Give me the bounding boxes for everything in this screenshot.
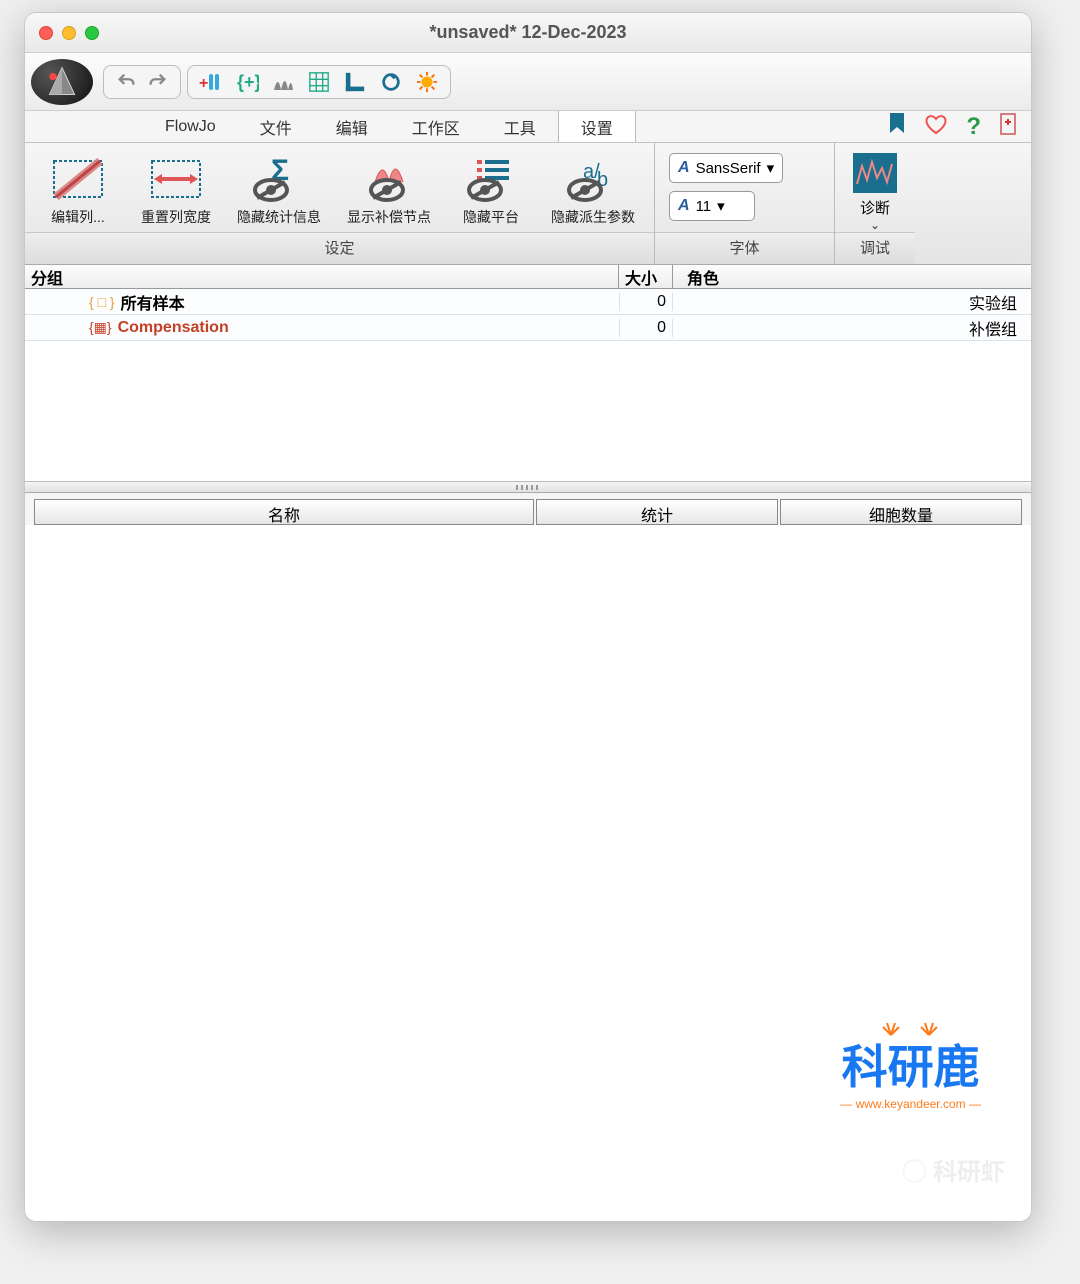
row-role: 实验组 <box>673 290 1031 314</box>
svg-text:+: + <box>199 75 208 92</box>
col-role[interactable]: 角色 <box>673 265 1031 288</box>
help-icon[interactable]: ? <box>966 113 981 141</box>
peaks-icon[interactable] <box>268 67 298 97</box>
row-name: 所有样本 <box>121 290 185 314</box>
chevron-down-icon: ⌄ <box>870 218 880 232</box>
minimize-button[interactable] <box>62 26 76 40</box>
col-cells[interactable]: 细胞数量 <box>780 499 1022 525</box>
titlebar: *unsaved* 12-Dec-2023 <box>25 13 1031 53</box>
ribbon-group-font: A SansSerif ▾ A 11 ▾ 字体 <box>655 143 835 264</box>
watermark-corner: ◯ 科研虾 <box>902 1152 1005 1187</box>
app-logo[interactable] <box>31 59 93 105</box>
row-name: Compensation <box>118 319 229 337</box>
details-table-header: 名称 统计 细胞数量 <box>33 499 1023 525</box>
menubar: FlowJo 文件 编辑 工作区 工具 设置 ? <box>25 111 1031 143</box>
font-a-icon: A <box>678 159 690 177</box>
bookmark-icon[interactable] <box>888 113 906 140</box>
menubar-right-icons: ? <box>888 112 1019 141</box>
ribbon-group-label-debug: 调试 <box>835 232 915 264</box>
hide-statistics-button[interactable]: Σ 隐藏统计信息 <box>225 151 333 231</box>
font-size-value: 11 <box>696 198 712 215</box>
groups-table: 分组 大小 角色 { □ } 所有样本 0 实验组 {▦} Compensati… <box>25 265 1031 481</box>
menu-settings[interactable]: 设置 <box>558 111 636 142</box>
col-stat[interactable]: 统计 <box>536 499 778 525</box>
table-row[interactable]: {▦} Compensation 0 补偿组 <box>25 315 1031 341</box>
ribbon-group-debug: 诊断 ⌄ 调试 <box>835 143 915 264</box>
col-name[interactable]: 名称 <box>34 499 534 525</box>
ruler-icon[interactable] <box>340 67 370 97</box>
row-size: 0 <box>619 319 673 337</box>
quick-toolbar: + {+} <box>25 53 1031 111</box>
font-name-select[interactable]: A SansSerif ▾ <box>669 153 783 183</box>
braces-icon: { □ } <box>89 294 115 310</box>
watermark-logo: 科研鹿 — www.keyandeer.com — <box>840 1017 981 1111</box>
new-doc-icon[interactable] <box>999 112 1019 141</box>
matrix-icon: {▦} <box>89 319 112 336</box>
add-tube-icon[interactable]: + <box>196 67 226 97</box>
groups-table-empty <box>25 341 1031 481</box>
heart-icon[interactable] <box>924 113 948 140</box>
row-size: 0 <box>619 293 673 311</box>
window-title: *unsaved* 12-Dec-2023 <box>25 22 1031 43</box>
col-size[interactable]: 大小 <box>619 265 673 288</box>
hide-platform-button[interactable]: 隐藏平台 <box>445 151 537 231</box>
maximize-button[interactable] <box>85 26 99 40</box>
col-group[interactable]: 分组 <box>25 265 619 288</box>
undo-redo-group <box>103 65 181 99</box>
menu-tools[interactable]: 工具 <box>482 111 558 142</box>
add-braces-icon[interactable]: {+} <box>232 67 262 97</box>
hide-derived-params-button[interactable]: a/b 隐藏派生参数 <box>537 151 649 231</box>
ribbon-group-label-settings: 设定 <box>25 232 654 264</box>
window-controls <box>39 26 99 40</box>
splitter-handle[interactable] <box>25 481 1031 493</box>
groups-table-header: 分组 大小 角色 <box>25 265 1031 289</box>
diagnostics-button[interactable]: 诊断 ⌄ <box>835 143 915 232</box>
undo-button[interactable] <box>112 67 142 97</box>
ribbon-group-settings: 编辑列... 重置列宽度 Σ 隐藏统计信息 显示补偿节点 隐藏平台 <box>25 143 655 264</box>
menu-flowjo[interactable]: FlowJo <box>143 111 238 142</box>
menu-workspace[interactable]: 工作区 <box>390 111 482 142</box>
ribbon-group-label-font: 字体 <box>655 232 834 264</box>
edit-columns-button[interactable]: 编辑列... <box>29 151 127 231</box>
burst-icon[interactable] <box>412 67 442 97</box>
cycle-icon[interactable] <box>376 67 406 97</box>
grid-icon[interactable] <box>304 67 334 97</box>
font-size-select[interactable]: A 11 ▾ <box>669 191 755 221</box>
quick-actions-group: + {+} <box>187 65 451 99</box>
app-window: *unsaved* 12-Dec-2023 + {+} FlowJo 文件 编辑… <box>24 12 1032 1222</box>
table-row[interactable]: { □ } 所有样本 0 实验组 <box>25 289 1031 315</box>
show-compensation-button[interactable]: 显示补偿节点 <box>333 151 445 231</box>
font-a-icon: A <box>678 197 690 215</box>
font-name-value: SansSerif <box>696 160 761 177</box>
close-button[interactable] <box>39 26 53 40</box>
details-table-empty <box>25 525 1031 1221</box>
ribbon: 编辑列... 重置列宽度 Σ 隐藏统计信息 显示补偿节点 隐藏平台 <box>25 143 1031 265</box>
dropdown-icon: ▾ <box>767 159 775 177</box>
svg-text:{+}: {+} <box>237 72 259 92</box>
dropdown-icon: ▾ <box>717 197 725 215</box>
menu-file[interactable]: 文件 <box>238 111 314 142</box>
row-role: 补偿组 <box>673 316 1031 340</box>
redo-button[interactable] <box>142 67 172 97</box>
reset-column-width-button[interactable]: 重置列宽度 <box>127 151 225 231</box>
menu-edit[interactable]: 编辑 <box>314 111 390 142</box>
